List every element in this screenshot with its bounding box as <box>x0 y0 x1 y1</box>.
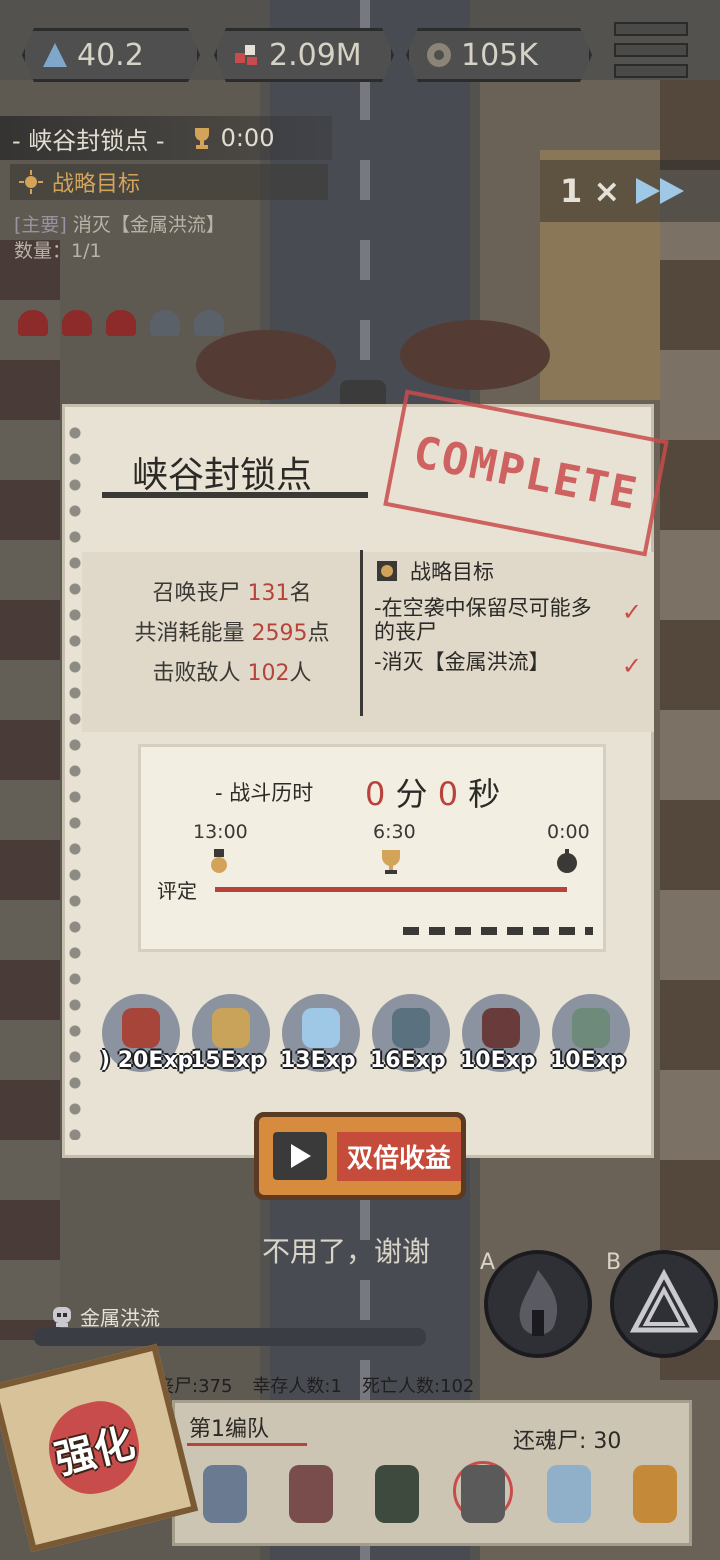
speed-toggle-button[interactable]: 1 × <box>540 160 720 222</box>
goals-panel: 战略目标 -在空袭中保留尽可能多的丧尸 ✓ -消灭【金属洪流】 ✓ <box>374 556 642 680</box>
double-reward-label: 双倍收益 <box>337 1131 461 1181</box>
goals-header-label: 战略目标 <box>410 560 494 584</box>
squad-member[interactable] <box>453 1457 513 1527</box>
mission-timer: 0:00 <box>189 124 275 152</box>
boss-label: 金属洪流 <box>50 1302 160 1331</box>
unit-exp-label: 15Exp <box>190 1048 266 1073</box>
stat-summon: 召唤丧尸 131名 <box>152 581 312 606</box>
squad-panel: 第1编队 还魂尸: 30 <box>172 1400 692 1546</box>
objective-sun-icon <box>19 170 43 194</box>
squad-member[interactable] <box>367 1457 427 1527</box>
medal-icon <box>211 849 227 873</box>
squad-members <box>195 1457 685 1527</box>
complete-stamp: COMPLETE <box>383 389 669 557</box>
unit-exp-label: 10Exp <box>550 1048 626 1073</box>
rating-label: 评定 <box>157 879 197 903</box>
fire-zombie-icon <box>519 1270 558 1336</box>
goal-check-icon: ✓ <box>621 652 642 680</box>
notebook-holes <box>68 420 82 1140</box>
squad-name-underline <box>187 1443 307 1446</box>
brain-counter: 2.09M <box>214 28 394 82</box>
battle-duration-label: - 战斗历时 <box>215 781 314 805</box>
skill-key-label: A <box>480 1250 496 1275</box>
objective-count: 数量：1/1 <box>14 240 102 262</box>
tick-label: 0:00 <box>547 821 590 843</box>
triangle-spike-icon <box>629 1268 699 1333</box>
unit-counts: 丧尸:375 幸存人数:1 死亡人数:102 <box>156 1372 474 1398</box>
objective-header-label: 战略目标 <box>52 172 141 197</box>
boss-name: 金属洪流 <box>80 1306 160 1330</box>
objective-tag: [主要] <box>14 214 67 236</box>
battle-stats: 召唤丧尸 131名 共消耗能量 2595点 击败敌人 102人 <box>112 574 352 694</box>
stat-defeat: 击败敌人 102人 <box>152 661 312 686</box>
goal-check-icon: ✓ <box>621 598 642 626</box>
boss-health-bar <box>34 1328 426 1346</box>
video-play-icon <box>273 1132 327 1180</box>
skill-key-label: B <box>606 1250 622 1275</box>
objective-sun-icon <box>377 561 397 581</box>
goal-item: -消灭【金属洪流】 ✓ <box>374 650 642 680</box>
squad-member[interactable] <box>625 1457 685 1527</box>
revive-count: 还魂尸: 30 <box>513 1429 622 1454</box>
objective-text: 消灭【金属洪流】 <box>72 214 225 236</box>
energy-triangle-icon <box>41 41 69 69</box>
unit-exp-item: ) 20Exp <box>100 994 193 1076</box>
mission-timer-value: 0:00 <box>220 124 275 152</box>
brain-cluster-icon <box>233 41 261 69</box>
objective-line: [主要] 消灭【金属洪流】 <box>14 210 225 237</box>
brain-value: 2.09M <box>269 37 362 73</box>
unit-exp-item: 10Exp <box>550 994 632 1076</box>
squad-member[interactable] <box>539 1457 599 1527</box>
speed-label: 1 × <box>560 172 621 210</box>
unit-exp-item: 15Exp <box>190 994 272 1076</box>
unit-exp-item: 13Exp <box>280 994 362 1076</box>
unit-exp-item: 16Exp <box>370 994 452 1076</box>
mission-name: - 峡谷封锁点 - <box>12 126 165 155</box>
fast-forward-icon <box>636 178 685 204</box>
skill-b-button[interactable]: B <box>606 1250 718 1358</box>
trophy-icon <box>194 128 209 149</box>
gear-coin-value: 105K <box>461 37 538 73</box>
skull-bomb-icon <box>557 849 577 873</box>
unit-exp-item: 10Exp <box>460 994 542 1076</box>
dead-count: 死亡人数:102 <box>361 1376 475 1397</box>
unit-exp-row: ) 20Exp 15Exp 13Exp 16Exp 10Exp 10Exp <box>100 994 632 1076</box>
zombie-spawn-row <box>18 310 224 336</box>
unit-exp-label: 16Exp <box>370 1048 446 1073</box>
rating-track <box>215 887 567 892</box>
squad-member[interactable] <box>195 1457 255 1527</box>
gear-coin-counter: 105K <box>406 28 592 82</box>
result-card: 峡谷封锁点 COMPLETE 召唤丧尸 131名 共消耗能量 2595点 击败敌… <box>62 389 669 1158</box>
skill-a-button[interactable]: A <box>480 1250 592 1358</box>
energy-value: 40.2 <box>77 37 144 73</box>
gear-coin-icon <box>425 41 453 69</box>
unit-exp-label: ) 20Exp <box>100 1048 194 1073</box>
stats-divider <box>360 550 363 716</box>
goals-header: 战略目标 <box>374 556 642 586</box>
trophy-icon <box>382 850 400 874</box>
objective-header[interactable]: 战略目标 <box>10 164 328 200</box>
no-thanks-button[interactable]: 不用了，谢谢 <box>262 1230 430 1270</box>
title-underline <box>102 492 368 498</box>
tick-label: 13:00 <box>193 821 248 843</box>
panel-dashes <box>403 927 593 935</box>
battle-duration-panel: - 战斗历时 0 分 0 秒 13:00 6:30 0:00 评定 <box>138 744 606 952</box>
goal-item: -在空袭中保留尽可能多的丧尸 ✓ <box>374 596 642 644</box>
tick-label: 6:30 <box>373 821 416 843</box>
battle-duration-value: 0 分 0 秒 <box>365 775 501 813</box>
energy-counter: 40.2 <box>22 28 200 82</box>
skull-icon <box>53 1306 71 1327</box>
squad-member[interactable] <box>281 1457 341 1527</box>
squad-name[interactable]: 第1编队 <box>189 1411 269 1443</box>
hamburger-menu-icon[interactable] <box>614 22 688 78</box>
unit-exp-label: 10Exp <box>460 1048 536 1073</box>
stat-energy: 共消耗能量 2595点 <box>134 621 330 646</box>
mission-header: - 峡谷封锁点 - 0:00 <box>0 116 332 160</box>
result-title: 峡谷封锁点 <box>132 455 313 496</box>
unit-exp-label: 13Exp <box>280 1048 356 1073</box>
double-reward-button[interactable]: 双倍收益 <box>254 1112 466 1200</box>
survivor-count: 幸存人数:1 <box>252 1376 342 1397</box>
